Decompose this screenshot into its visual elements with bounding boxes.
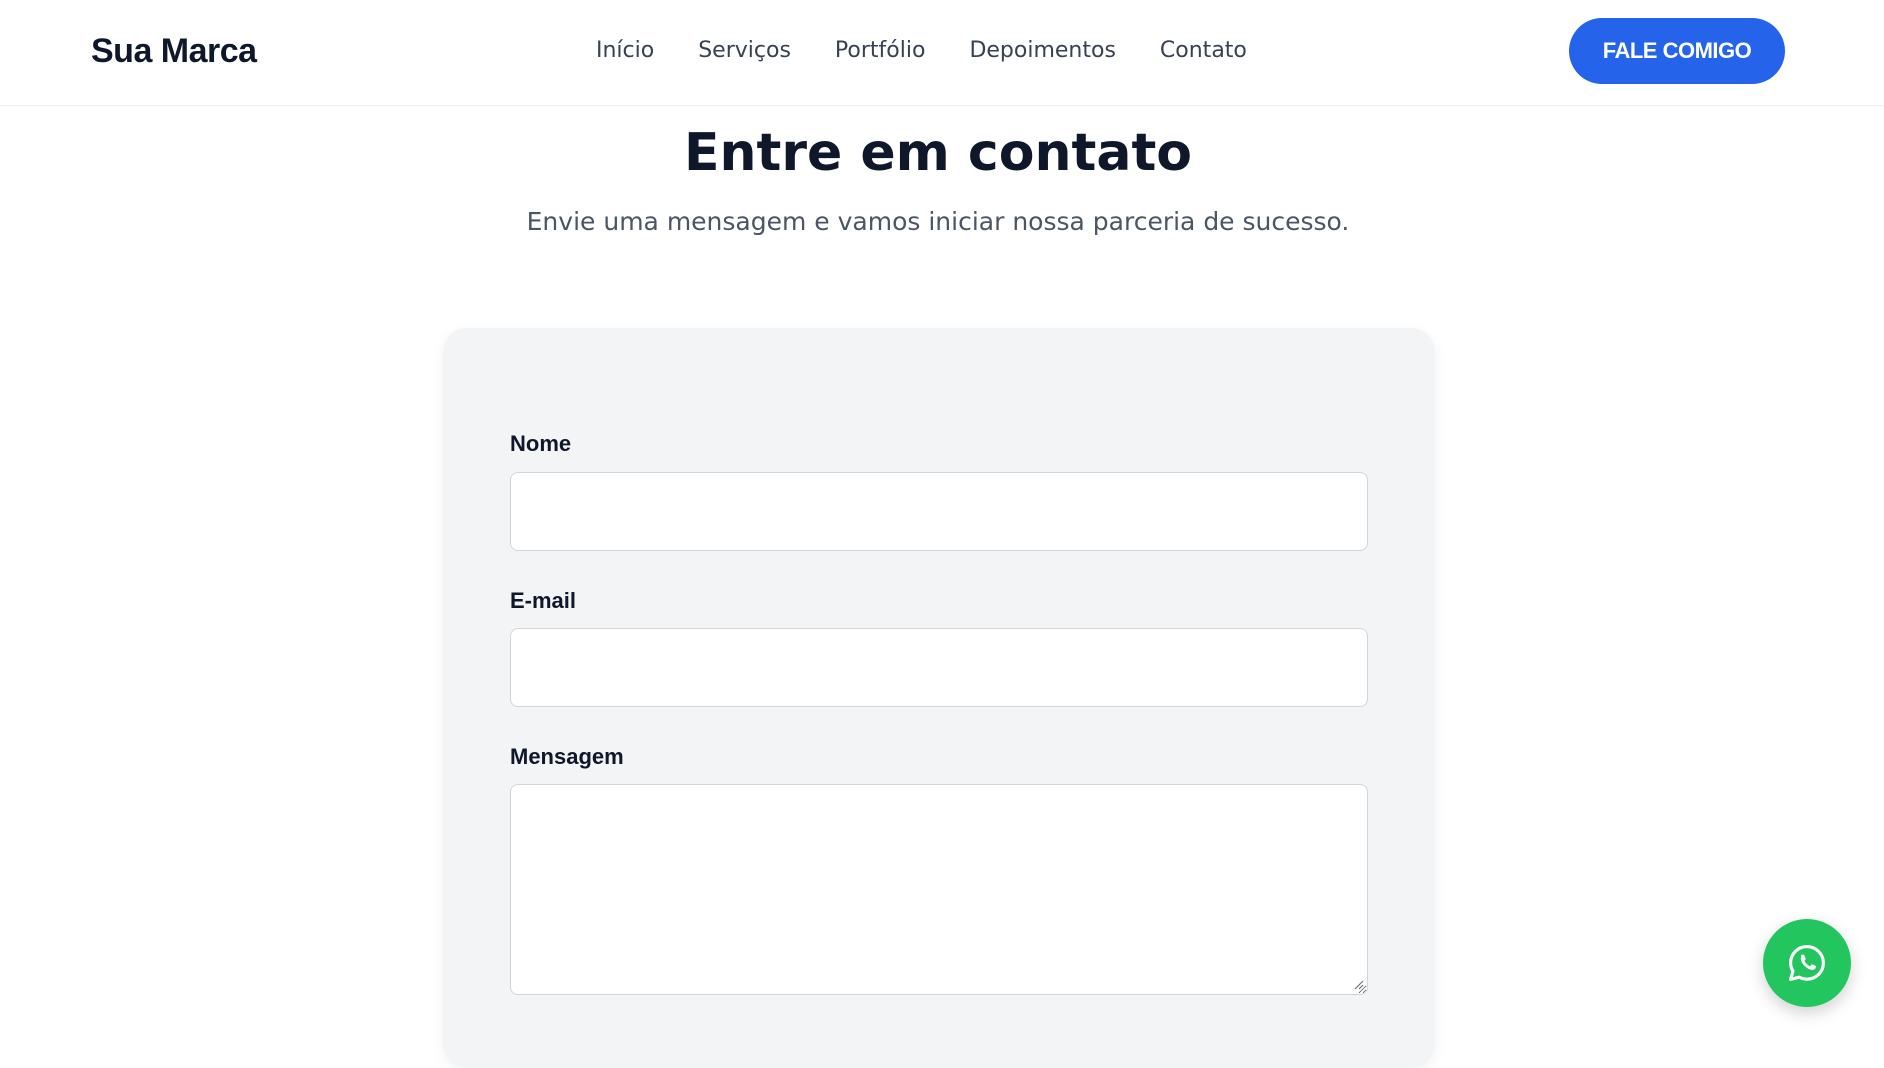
fale-comigo-button[interactable]: FALE COMIGO xyxy=(1569,18,1785,84)
nav-link-portfolio[interactable]: Portfólio xyxy=(835,36,926,66)
section-title: Entre em contato xyxy=(683,123,1193,183)
whatsapp-icon xyxy=(1789,945,1825,981)
nav-link-inicio[interactable]: Início xyxy=(596,36,654,66)
name-label: Nome xyxy=(510,431,572,456)
nav-link-servicos[interactable]: Serviços xyxy=(698,36,791,66)
name-input[interactable] xyxy=(510,472,1368,551)
email-label: E-mail xyxy=(510,588,577,613)
section-subtitle: Envie uma mensagem e vamos iniciar nossa… xyxy=(526,207,1350,236)
nav-link-contato[interactable]: Contato xyxy=(1160,36,1247,66)
message-textarea[interactable] xyxy=(510,784,1368,995)
top-navbar: Sua Marca Início Serviços Portfólio Depo… xyxy=(0,0,1884,106)
message-label: Mensagem xyxy=(510,744,624,769)
nav-link-depoimentos[interactable]: Depoimentos xyxy=(969,36,1115,66)
brand-logo[interactable]: Sua Marca xyxy=(91,30,257,72)
whatsapp-button[interactable] xyxy=(1763,919,1851,1007)
email-input[interactable] xyxy=(510,628,1368,707)
main-menu: Início Serviços Portfólio Depoimentos Co… xyxy=(596,36,1291,66)
